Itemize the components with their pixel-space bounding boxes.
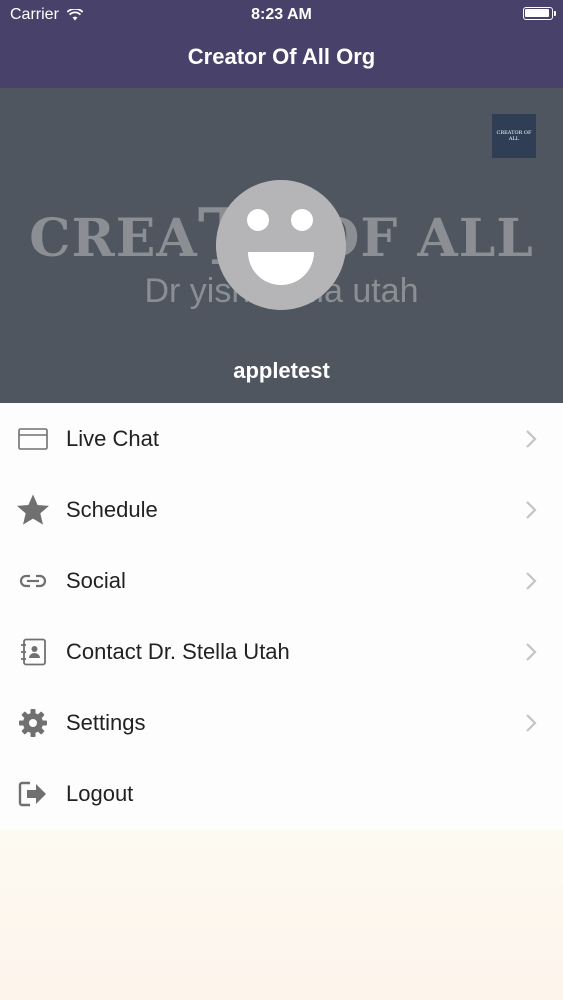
logo-thumbnail[interactable]: CREATOR OF ALL	[492, 114, 536, 158]
contact-book-icon	[16, 635, 50, 669]
menu-item-label: Settings	[66, 709, 146, 735]
menu-item-label: Contact Dr. Stella Utah	[66, 638, 290, 664]
thumbnail-text: CREATOR OF ALL	[496, 130, 532, 142]
menu-item-label: Logout	[66, 780, 134, 806]
chevron-right-icon	[526, 500, 537, 519]
status-time: 8:23 AM	[251, 6, 312, 23]
profile-banner: CREAT OF ALL Dr yishra ella utah CREATOR…	[0, 88, 563, 403]
menu-item-label: Live Chat	[66, 425, 159, 451]
banner-logo-suffix: OF ALL	[314, 208, 534, 269]
username: appletest	[233, 358, 330, 383]
side-menu: Live Chat Schedule Social Contact Dr. St…	[0, 403, 563, 830]
star-icon	[16, 493, 50, 527]
chevron-right-icon	[526, 713, 537, 732]
gear-icon	[16, 706, 50, 740]
chevron-right-icon	[526, 571, 537, 590]
menu-item-contact[interactable]: Contact Dr. Stella Utah	[0, 616, 563, 687]
chevron-right-icon	[526, 642, 537, 661]
logout-icon	[16, 777, 50, 811]
menu-item-label: Schedule	[66, 496, 158, 522]
app-screen: Carrier 8:23 AM Creator Of All Org CREAT…	[0, 0, 563, 1000]
page-title: Creator Of All Org	[187, 44, 376, 69]
battery-icon	[523, 7, 556, 20]
menu-item-social[interactable]: Social	[0, 545, 563, 616]
chat-box-icon	[16, 422, 50, 456]
menu-item-logout[interactable]: Logout	[0, 758, 563, 829]
link-icon	[16, 564, 50, 598]
menu-item-live-chat[interactable]: Live Chat	[0, 403, 563, 474]
chevron-right-icon	[526, 429, 537, 448]
menu-item-label: Social	[66, 567, 126, 593]
menu-item-settings[interactable]: Settings	[0, 687, 563, 758]
avatar[interactable]	[216, 180, 346, 310]
menu-item-schedule[interactable]: Schedule	[0, 474, 563, 545]
banner-logo-prefix: CREA	[29, 208, 198, 269]
empty-area	[0, 830, 563, 1000]
top-bar: Carrier 8:23 AM Creator Of All Org	[0, 0, 563, 88]
